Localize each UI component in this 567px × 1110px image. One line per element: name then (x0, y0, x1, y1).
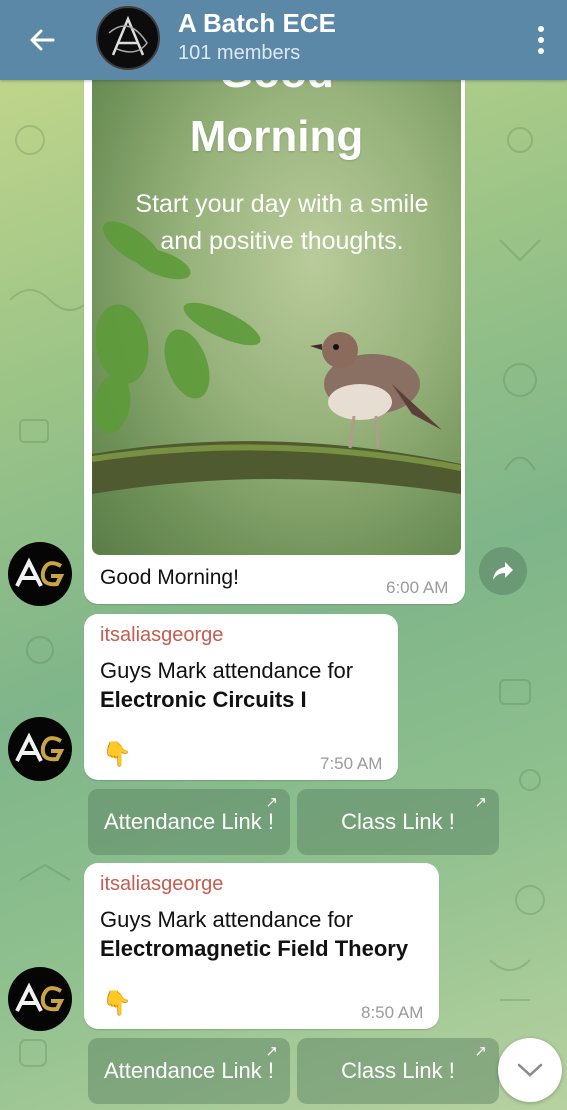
ag-logo-icon (15, 732, 65, 762)
good-morning-photo[interactable]: Good Morning Start your day with a smile… (92, 64, 461, 555)
text-message-bubble[interactable]: itsaliasgeorge Guys Mark attendance for … (84, 614, 398, 780)
message-text: Guys Mark attendance for Electromagnetic… (100, 905, 408, 963)
message-text: Guys Mark attendance for Electronic Circ… (100, 656, 353, 714)
class-link-button[interactable]: Class Link ! ↗ (297, 1038, 499, 1104)
external-link-icon: ↗ (265, 794, 278, 811)
sender-name[interactable]: itsaliasgeorge (100, 624, 223, 647)
attendance-link-button[interactable]: Attendance Link ! ↗ (88, 1038, 290, 1104)
external-link-icon: ↗ (474, 794, 487, 811)
more-vertical-icon (538, 26, 544, 32)
share-arrow-icon (493, 562, 513, 580)
sender-avatar[interactable] (8, 717, 72, 781)
message-line: Guys Mark attendance for (100, 658, 354, 683)
message-time: 8:50 AM (361, 1003, 424, 1022)
more-vertical-icon (538, 48, 544, 54)
chevron-down-icon (517, 1063, 543, 1077)
message-caption: Good Morning! (100, 566, 239, 589)
message-time: 7:50 AM (320, 754, 383, 773)
class-link-button[interactable]: Class Link ! ↗ (297, 789, 499, 855)
more-vertical-icon (538, 37, 544, 43)
pointing-down-emoji: 👇 (102, 990, 132, 1017)
text-message-bubble[interactable]: itsaliasgeorge Guys Mark attendance for … (84, 863, 439, 1029)
sender-avatar[interactable] (8, 542, 72, 606)
chat-header: A Batch ECE 101 members (0, 0, 567, 80)
pointing-down-emoji: 👇 (102, 741, 132, 768)
button-label: Attendance Link ! (103, 1058, 274, 1083)
back-button[interactable] (24, 22, 60, 58)
group-avatar[interactable] (96, 6, 160, 70)
attendance-link-button[interactable]: Attendance Link ! ↗ (88, 789, 290, 855)
ag-logo-icon (15, 557, 65, 587)
monogram-logo-icon (108, 15, 148, 56)
photo-subtitle: Start your day with a smile and positive… (135, 190, 429, 255)
chat-title[interactable]: A Batch ECE (178, 8, 336, 39)
scroll-to-bottom-button[interactable] (498, 1038, 562, 1102)
button-label: Class Link ! (341, 1058, 455, 1083)
button-label: Class Link ! (341, 809, 455, 834)
message-bold-line: Electronic Circuits I (100, 687, 307, 712)
sender-avatar[interactable] (8, 967, 72, 1031)
member-count: 101 members (178, 42, 301, 64)
message-line: Guys Mark attendance for (100, 907, 354, 932)
external-link-icon: ↗ (474, 1043, 487, 1060)
message-bold-line: Electromagnetic Field Theory (100, 936, 409, 961)
button-label: Attendance Link ! (103, 809, 274, 834)
sender-name[interactable]: itsaliasgeorge (100, 873, 223, 896)
message-time: 6:00 AM (386, 578, 449, 597)
more-menu-button[interactable] (529, 20, 553, 60)
share-button[interactable] (479, 547, 527, 595)
image-message-bubble[interactable]: Good Morning Start your day with a smile… (84, 56, 465, 604)
photo-title: Morning (189, 112, 364, 161)
arrow-left-icon (30, 29, 55, 51)
ag-logo-icon (15, 982, 65, 1012)
external-link-icon: ↗ (265, 1043, 278, 1060)
